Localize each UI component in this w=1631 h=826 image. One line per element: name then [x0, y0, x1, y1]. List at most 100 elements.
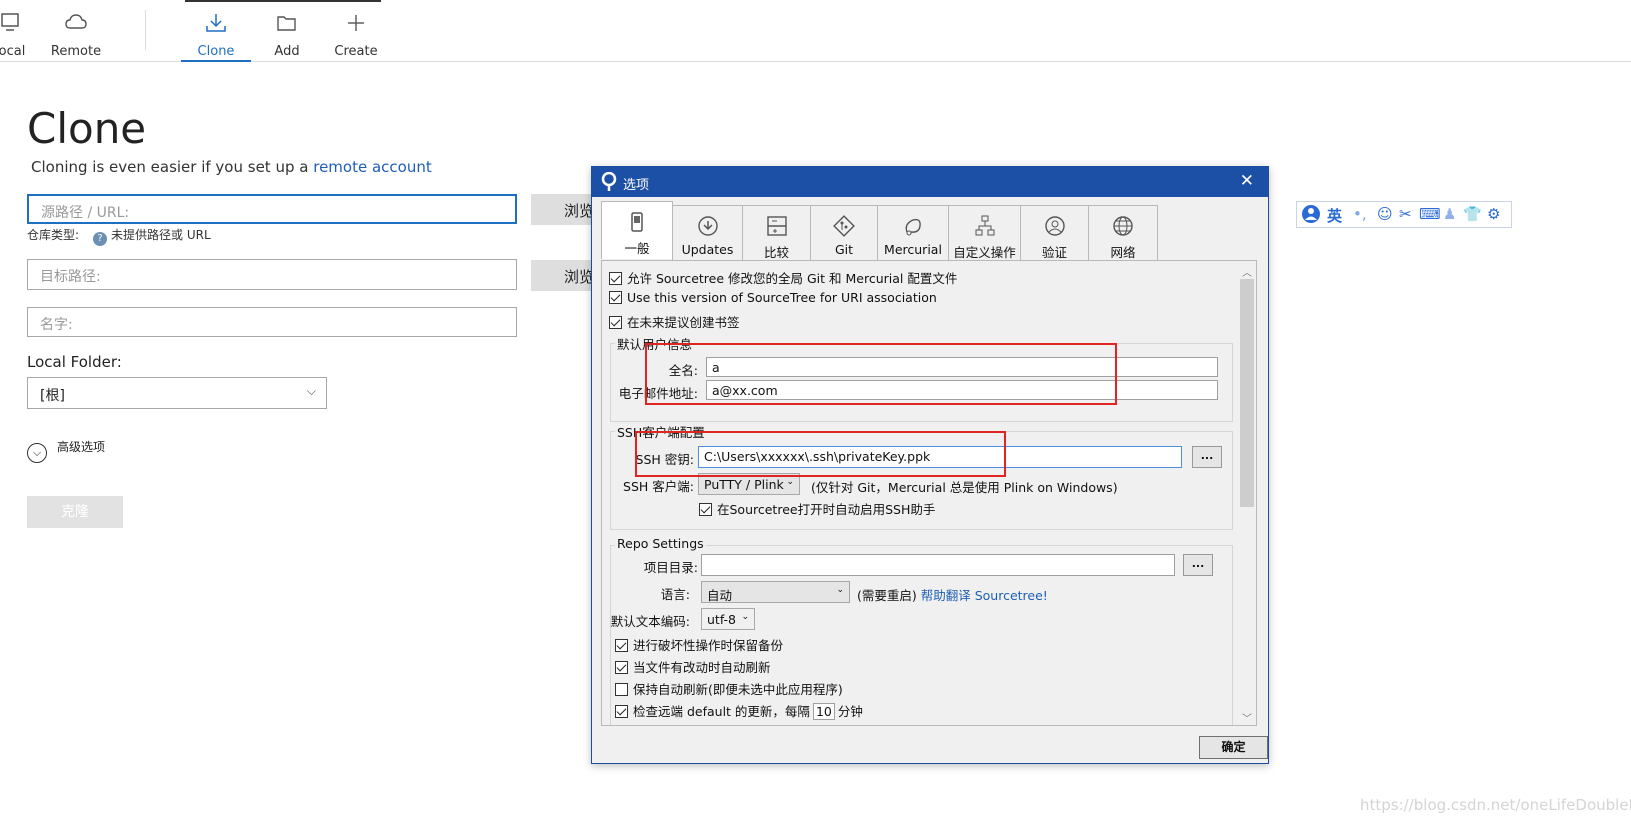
ime-toolbar: 英 •, ☺ ✂ ⌨ ♟ 👕 ⚙: [1296, 201, 1512, 228]
tab-git[interactable]: Git: [810, 205, 878, 261]
tab-updates[interactable]: Updates: [672, 205, 743, 261]
sourcetree-logo-icon: [601, 171, 617, 195]
tab-general[interactable]: 一般: [601, 201, 673, 259]
project-dir-browse-button[interactable]: ...: [1183, 554, 1213, 576]
destination-path-input[interactable]: 目标路径:: [27, 259, 517, 290]
local-folder-select[interactable]: [根] ⌵: [27, 377, 327, 409]
checkbox-label: 保持自动刷新(即便未选中此应用程序): [633, 682, 843, 697]
help-translate-link[interactable]: 帮助翻译 Sourcetree!: [921, 588, 1048, 603]
page-title: Clone: [27, 104, 147, 153]
scroll-up-icon[interactable]: ︿: [1242, 264, 1252, 279]
mercurial-icon: [878, 214, 948, 240]
advanced-options-toggle[interactable]: ⌵ 高级选项: [27, 438, 105, 463]
tab-label: Updates: [681, 242, 734, 257]
tab-label: 一般: [624, 241, 650, 256]
sourcetree-window: ocal Remote Clone Add Create Clone Cloni…: [0, 0, 1631, 826]
cloud-icon: [48, 12, 104, 38]
scroll-down-icon[interactable]: ﹀: [1242, 710, 1252, 725]
language-select[interactable]: 自动 ⌄: [701, 581, 850, 603]
advanced-options-label: 高级选项: [57, 440, 106, 454]
chevron-down-icon: ⌵: [27, 443, 47, 463]
checkbox-modify-global-config[interactable]: 允许 Sourcetree 修改您的全局 Git 和 Mercurial 配置文…: [609, 268, 957, 287]
chevron-down-icon: ⌄: [836, 585, 844, 595]
checkbox-box: [609, 291, 622, 304]
toolbar-remote-label: Remote: [50, 44, 102, 59]
monitor-icon: [0, 12, 32, 38]
local-folder-label: Local Folder:: [27, 353, 122, 371]
dialog-title: 选项: [623, 178, 650, 193]
checkbox-propose-bookmarks[interactable]: 在未来提议创建书签: [609, 312, 740, 331]
plus-icon: [330, 12, 382, 38]
checkbox-check-remote-updates[interactable]: 检查远端 default 的更新，每隔 10 分钟: [615, 701, 863, 720]
remote-check-interval-input[interactable]: 10: [812, 703, 835, 720]
checkbox-label: 当文件有改动时自动刷新: [633, 660, 771, 675]
checkbox-keep-auto-refresh[interactable]: 保持自动刷新(即便未选中此应用程序): [615, 679, 843, 698]
repo-type-value: 未提供路径或 URL: [111, 228, 211, 242]
ime-punct-toggle[interactable]: •,: [1353, 205, 1367, 223]
language-note: (需要重启) 帮助翻译 Sourcetree!: [857, 585, 1048, 604]
checkbox-uri-association[interactable]: Use this version of SourceTree for URI a…: [609, 290, 937, 305]
close-icon[interactable]: ✕: [1240, 171, 1254, 191]
checkbox-label: 允许 Sourcetree 修改您的全局 Git 和 Mercurial 配置文…: [627, 271, 958, 286]
repo-type-line: 仓库类型:? 未提供路径或 URL: [27, 226, 211, 246]
ime-logo-icon[interactable]: [1301, 204, 1321, 228]
toolbar-separator: [145, 10, 146, 50]
toolbar-create-button[interactable]: Create: [330, 0, 382, 62]
ime-mode-toggle[interactable]: 英: [1327, 205, 1342, 226]
dialog-titlebar: 选项 ✕: [592, 167, 1268, 197]
tab-label: 比较: [763, 245, 789, 260]
project-dir-field[interactable]: [701, 554, 1175, 576]
tab-network[interactable]: 网络: [1088, 205, 1158, 261]
tab-authentication[interactable]: 验证: [1020, 205, 1089, 261]
chevron-down-icon: ⌄: [786, 477, 794, 487]
panel-scrollbar[interactable]: ︿ ﹀: [1238, 261, 1256, 725]
tab-mercurial[interactable]: Mercurial: [877, 205, 949, 261]
toolbar-create-label: Create: [334, 44, 378, 59]
project-dir-label: 项目目录:: [643, 560, 698, 575]
smiley-icon[interactable]: ☺: [1377, 205, 1393, 223]
compare-icon: [743, 214, 810, 240]
update-icon: [673, 214, 742, 240]
ok-button[interactable]: 确定: [1199, 736, 1268, 759]
toolbar-remote-button[interactable]: Remote: [48, 0, 104, 62]
checkbox-label: Use this version of SourceTree for URI a…: [627, 290, 937, 305]
toolbar-clone-button[interactable]: Clone: [181, 0, 251, 62]
ssh-key-browse-button[interactable]: ...: [1192, 446, 1222, 468]
name-input[interactable]: 名字:: [27, 307, 517, 337]
scissors-icon[interactable]: ✂: [1399, 205, 1412, 223]
checkbox-keep-backups[interactable]: 进行破坏性操作时保留备份: [615, 635, 783, 654]
annotation-box-user-info: [645, 343, 1117, 405]
chevron-down-icon: ⌄: [741, 612, 749, 622]
checkbox-box: [699, 503, 712, 516]
keyboard-icon[interactable]: ⌨: [1419, 205, 1441, 223]
scrollbar-thumb[interactable]: [1240, 279, 1254, 507]
remote-account-link[interactable]: remote account: [313, 158, 432, 176]
shirt-icon[interactable]: 👕: [1463, 205, 1482, 223]
checkbox-box: [615, 705, 628, 718]
gear-icon[interactable]: ⚙: [1487, 205, 1500, 223]
toolbar-local-label: ocal: [0, 44, 26, 59]
repo-settings-group-label: Repo Settings: [615, 536, 706, 551]
ssh-client-label: SSH 客户端:: [623, 479, 694, 494]
checkbox-box: [615, 661, 628, 674]
person-icon[interactable]: ♟: [1443, 205, 1456, 223]
source-url-input[interactable]: 源路径 / URL:: [27, 194, 517, 224]
local-folder-value: [根]: [40, 388, 65, 404]
top-toolbar: ocal Remote Clone Add Create: [0, 0, 1631, 62]
toolbar-add-button[interactable]: Add: [263, 0, 311, 62]
checkbox-ssh-agent[interactable]: 在Sourcetree打开时自动启用SSH助手: [699, 499, 935, 518]
tab-label: Git: [834, 242, 854, 257]
git-icon: [811, 214, 877, 240]
checkbox-box: [609, 316, 622, 329]
tab-compare[interactable]: 比较: [742, 205, 811, 261]
encoding-select[interactable]: utf-8 ⌄: [701, 608, 755, 630]
minutes-label: 分钟: [837, 704, 863, 719]
checkbox-box: [615, 639, 628, 652]
clone-button[interactable]: 克隆: [27, 496, 123, 528]
checkbox-auto-refresh[interactable]: 当文件有改动时自动刷新: [615, 657, 771, 676]
tab-custom-actions[interactable]: 自定义操作: [948, 205, 1021, 261]
tab-label: 网络: [1110, 245, 1136, 260]
options-dialog: 选项 ✕ 一般 Updates 比较 Git Mercurial 自定义操作 验…: [591, 166, 1269, 764]
toolbar-local-button[interactable]: ocal: [0, 0, 32, 62]
help-icon: ?: [93, 232, 108, 246]
